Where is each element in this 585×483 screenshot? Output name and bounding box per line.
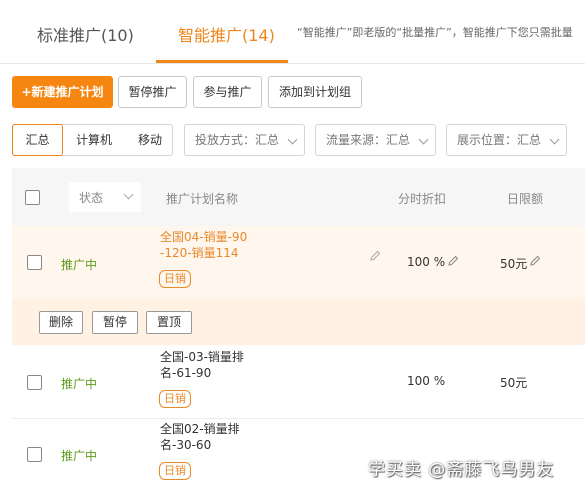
plan-name-header: 推广计划名称 (166, 192, 239, 206)
watermark-text: 学买卖 @斋藤飞鸟男友 (368, 460, 555, 480)
device-segmented-control: 汇总 计算机 移动 (12, 124, 173, 156)
row-checkbox[interactable] (27, 375, 42, 390)
delete-button[interactable]: 删除 (39, 311, 83, 334)
pin-top-button[interactable]: 置顶 (146, 311, 192, 334)
plan-name-line2[interactable]: -120-销量114 (160, 245, 238, 261)
daily-sales-badge: 日销 (159, 462, 191, 480)
table-row[interactable]: 推广中 全国04-销量-90 -120-销量114 日销 100 % 50元 (12, 226, 585, 299)
plan-name-line2[interactable]: 名-30-60 (160, 437, 211, 453)
select-all-checkbox[interactable] (25, 190, 40, 205)
new-plan-button[interactable]: +新建推广计划 (12, 76, 113, 108)
delivery-method-label: 投放方式：汇总 (195, 133, 280, 147)
active-tab-indicator (156, 60, 288, 63)
chevron-down-icon (418, 134, 429, 145)
traffic-source-dropdown[interactable]: 流量来源：汇总 (315, 124, 436, 156)
edit-discount-pencil-icon[interactable] (447, 255, 459, 267)
display-position-dropdown[interactable]: 展示位置：汇总 (446, 124, 567, 156)
add-to-plan-group-button[interactable]: 添加到计划组 (268, 76, 362, 108)
row-checkbox[interactable] (27, 255, 42, 270)
time-discount-value: 100 % (407, 374, 446, 388)
edit-limit-pencil-icon[interactable] (529, 255, 541, 267)
join-promotion-button[interactable]: 参与推广 (193, 76, 262, 108)
tab-bar: 标准推广(10) 智能推广(14) “智能推广”即老版的“批量推广”，智能推广下… (0, 0, 585, 64)
segment-computer[interactable]: 计算机 (71, 125, 117, 155)
tab-standard-promotion[interactable]: 标准推广(10) (37, 22, 134, 46)
row-action-bar: 删除 暂停 置顶 (12, 299, 585, 345)
chevron-down-icon (123, 189, 134, 200)
tab-notice-text: “智能推广”即老版的“批量推广”，智能推广下您只需批量 (297, 26, 573, 39)
daily-sales-badge: 日销 (159, 270, 191, 288)
traffic-source-label: 流量来源：汇总 (326, 133, 411, 147)
time-discount-header: 分时折扣 (398, 192, 447, 206)
pause-promotion-button[interactable]: 暂停推广 (118, 76, 187, 108)
status-filter-dropdown[interactable]: 状态 (69, 182, 141, 212)
row-pause-button[interactable]: 暂停 (92, 311, 138, 334)
chevron-down-icon (549, 134, 560, 145)
delivery-method-dropdown[interactable]: 投放方式：汇总 (184, 124, 305, 156)
daily-limit-value: 50元 (500, 376, 528, 390)
plan-name-line2[interactable]: 名-61-90 (160, 365, 211, 381)
edit-name-pencil-icon[interactable] (369, 250, 381, 262)
tab-smart-promotion[interactable]: 智能推广(14) (178, 22, 275, 46)
table-row[interactable]: 推广中 全国-03-销量排 名-61-90 日销 100 % 50元 (12, 346, 585, 418)
status-header-label: 状态 (79, 191, 104, 205)
time-discount-value: 100 % (407, 255, 446, 269)
plan-name-line1[interactable]: 全国04-销量-90 (160, 229, 247, 245)
daily-sales-badge: 日销 (159, 390, 191, 408)
row-checkbox[interactable] (27, 447, 42, 462)
table-header: 状态 推广计划名称 分时折扣 日限额 (12, 168, 585, 226)
display-position-label: 展示位置：汇总 (457, 133, 542, 147)
row-status: 推广中 (61, 449, 98, 463)
chevron-down-icon (287, 134, 298, 145)
segment-all[interactable]: 汇总 (12, 124, 63, 156)
plan-name-line1[interactable]: 全国-03-销量排 (160, 349, 244, 365)
plan-name-line1[interactable]: 全国02-销量排 (160, 421, 240, 437)
row-status: 推广中 (61, 377, 98, 391)
daily-limit-value: 50元 (500, 257, 528, 271)
daily-limit-header: 日限额 (507, 192, 544, 206)
row-status: 推广中 (61, 258, 98, 272)
segment-mobile[interactable]: 移动 (129, 125, 171, 155)
